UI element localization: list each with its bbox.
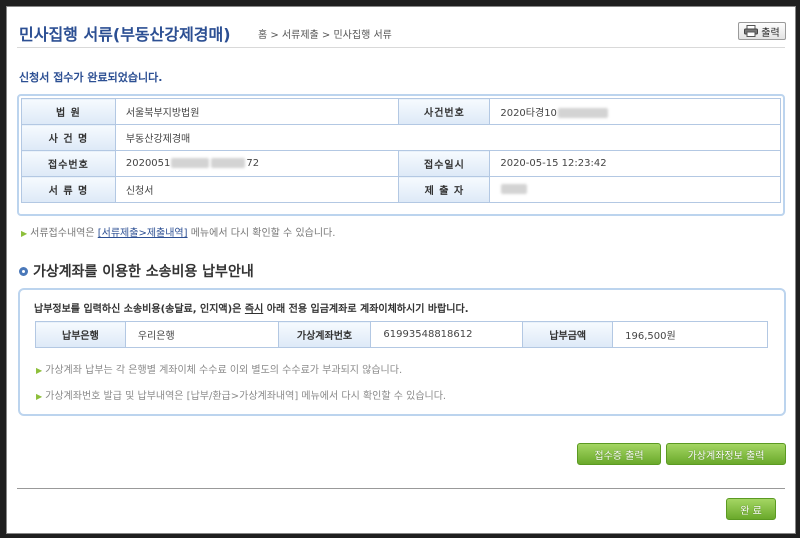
- receipt-print-button[interactable]: 접수증 출력: [577, 443, 661, 465]
- table-row: 납부은행 우리은행 가상계좌번호 61993548818612 납부금액 196…: [35, 321, 768, 348]
- circle-bullet-icon: [19, 266, 28, 276]
- payment-instruction-suffix: 아래 전용 입금계좌로 계좌이체하시기 바랍니다.: [263, 304, 469, 315]
- case-number-value: 2020타경10: [500, 108, 557, 119]
- table-row: 서 류 명 신청서 제 출 자: [21, 176, 781, 203]
- printer-icon: [744, 25, 759, 37]
- virtual-account-value: 61993548818612: [370, 321, 524, 348]
- note-text-suffix: 메뉴에서 다시 확인할 수 있습니다.: [187, 228, 336, 239]
- section-title: 가상계좌를 이용한 소송비용 납부안내: [19, 261, 254, 281]
- payment-instruction-prefix: 납부정보를 입력하신 소송비용(송달료, 인지액)은: [34, 304, 245, 315]
- redacted-receipt-part1: [171, 158, 210, 168]
- arrow-right-icon: ▶: [36, 366, 43, 375]
- account-history-note-text: 가상계좌번호 발급 및 납부내역은 [납부/환급>가상계좌내역] 메뉴에서 다시…: [45, 391, 447, 402]
- amount-label: 납부금액: [522, 321, 614, 348]
- receipt-number-suffix: 72: [246, 158, 260, 169]
- court-label: 법 원: [21, 98, 116, 125]
- redacted-receipt-part2: [211, 158, 246, 168]
- submission-history-note: ▶ 서류접수내역은 [서류제출>제출내역] 메뉴에서 다시 확인할 수 있습니다.: [21, 224, 335, 239]
- receipt-number-prefix: 2020051: [125, 158, 171, 169]
- redacted-submitter: [501, 184, 528, 194]
- payment-instruction: 납부정보를 입력하신 소송비용(송달료, 인지액)은 즉시 아래 전용 입금계좌…: [34, 300, 469, 315]
- receipt-date-value: 2020-05-15 12:23:42: [489, 150, 781, 177]
- note-text-prefix: 서류접수내역은: [30, 228, 98, 239]
- payment-instruction-emphasis: 즉시: [244, 304, 264, 315]
- footer-divider: [17, 488, 785, 489]
- fee-note-text: 가상계좌 납부는 각 은행별 계좌이체 수수료 이외 별도의 수수료가 부과되지…: [45, 365, 403, 376]
- bank-label: 납부은행: [35, 321, 126, 348]
- virtual-account-label: 가상계좌번호: [277, 321, 372, 348]
- submission-info-box: 법 원 서울북부지방법원 사건번호 2020타경10 사 건 명 부동산강제경매…: [17, 94, 785, 216]
- case-name-label: 사 건 명: [21, 124, 116, 151]
- receipt-number-label: 접수번호: [21, 150, 116, 177]
- submitter-label: 제 출 자: [398, 176, 491, 203]
- receipt-date-label: 접수일시: [398, 150, 491, 177]
- breadcrumb: 홈 > 서류제출 > 민사집행 서류: [258, 30, 392, 41]
- print-button[interactable]: 출력: [738, 22, 786, 40]
- court-value: 서울북부지방법원: [114, 98, 400, 125]
- case-number-label: 사건번호: [398, 98, 491, 125]
- fee-note: ▶ 가상계좌 납부는 각 은행별 계좌이체 수수료 이외 별도의 수수료가 부과되…: [36, 361, 402, 376]
- section-title-text: 가상계좌를 이용한 소송비용 납부안내: [33, 264, 254, 280]
- document-name-label: 서 류 명: [21, 176, 116, 203]
- case-name-value: 부동산강제경매: [114, 124, 782, 151]
- virtual-account-print-button[interactable]: 가상계좌정보 출력: [666, 443, 786, 465]
- header-divider: [17, 47, 785, 48]
- receipt-number-cell: 2020051 72: [114, 150, 400, 177]
- document-name-value: 신청서: [114, 176, 400, 203]
- table-row: 사 건 명 부동산강제경매: [21, 124, 782, 151]
- table-row: 법 원 서울북부지방법원 사건번호 2020타경10: [21, 98, 781, 125]
- page-title: 민사집행 서류(부동산강제경매): [19, 25, 231, 44]
- redacted-case-number: [557, 108, 608, 118]
- account-history-note: ▶ 가상계좌번호 발급 및 납부내역은 [납부/환급>가상계좌내역] 메뉴에서 다…: [36, 387, 446, 402]
- completion-message: 신청서 접수가 완료되었습니다.: [19, 71, 163, 84]
- case-number-cell: 2020타경10: [489, 98, 781, 125]
- table-row: 접수번호 2020051 72 접수일시 2020-05-15 12:23:42: [21, 150, 781, 177]
- page-frame: 민사집행 서류(부동산강제경매) 홈 > 서류제출 > 민사집행 서류 출력 신…: [6, 6, 796, 534]
- submission-info-table: 법 원 서울북부지방법원 사건번호 2020타경10 사 건 명 부동산강제경매…: [21, 98, 782, 203]
- arrow-right-icon: ▶: [21, 229, 28, 238]
- submission-history-link[interactable]: [서류제출>제출내역]: [98, 228, 188, 239]
- arrow-right-icon: ▶: [36, 392, 43, 401]
- payment-info-box: 납부정보를 입력하신 소송비용(송달료, 인지액)은 즉시 아래 전용 입금계좌…: [18, 288, 786, 416]
- payment-table: 납부은행 우리은행 가상계좌번호 61993548818612 납부금액 196…: [35, 321, 768, 348]
- amount-value: 196,500원: [612, 321, 768, 348]
- done-button[interactable]: 완 료: [726, 498, 776, 520]
- print-button-label: 출력: [761, 27, 780, 39]
- submitter-cell: [489, 176, 781, 203]
- bank-value: 우리은행: [124, 321, 279, 348]
